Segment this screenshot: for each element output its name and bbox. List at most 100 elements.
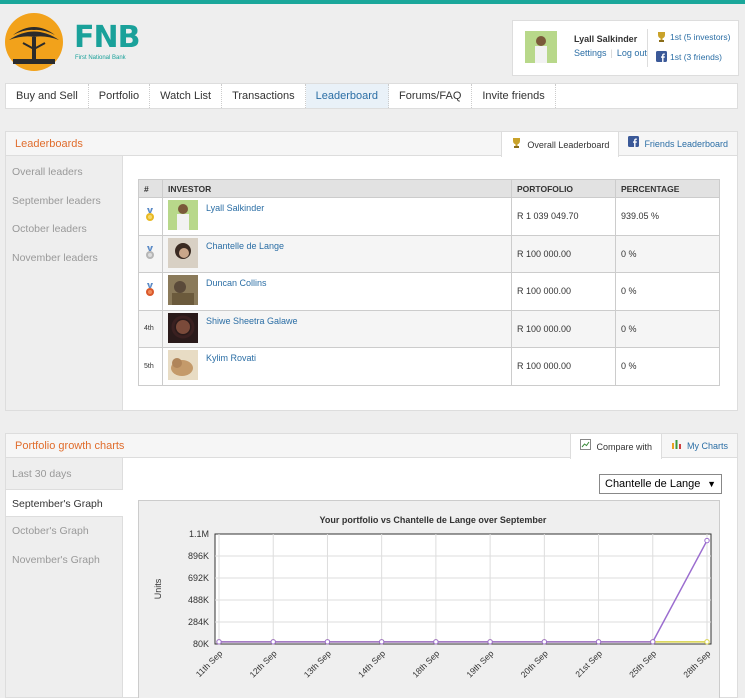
facebook-icon: [628, 132, 640, 156]
tab-overall-label: Overall Leaderboard: [527, 139, 610, 150]
side-november-graph[interactable]: November's Graph: [6, 546, 122, 575]
data-point: [487, 639, 493, 645]
portfolio-cell: R 100 000.00: [511, 272, 616, 311]
x-tick-label: 18th Sep: [410, 648, 441, 679]
main-nav: Buy and Sell Portfolio Watch List Transa…: [5, 83, 738, 109]
side-last-30-days[interactable]: Last 30 days: [6, 460, 122, 489]
portfolio-cell: R 1 039 049.70: [511, 197, 616, 236]
growth-chart: Your portfolio vs Chantelle de Lange ove…: [138, 500, 720, 698]
brand-name: FNB: [74, 20, 140, 55]
tab-my-charts[interactable]: My Charts: [662, 434, 737, 458]
leaderboards-title: Leaderboards: [15, 138, 83, 150]
investor-photo[interactable]: [168, 275, 198, 306]
gold-medal-icon: [144, 208, 156, 224]
chart-svg: Your portfolio vs Chantelle de Lange ove…: [153, 515, 713, 679]
logout-link[interactable]: Log out: [617, 48, 647, 58]
tab-compare-label: Compare with: [596, 441, 652, 452]
tab-overall-leaderboard[interactable]: Overall Leaderboard: [501, 132, 620, 157]
bar-chart-icon: [671, 434, 682, 458]
investor-name-link[interactable]: Duncan Collins: [206, 278, 267, 288]
x-tick-label: 21st Sep: [573, 648, 604, 679]
nav-forums-faq[interactable]: Forums/FAQ: [389, 84, 473, 108]
data-point: [595, 639, 602, 645]
table-row: Lyall Salkinder R 1 039 049.70 939.05 %: [138, 197, 720, 236]
investor-name-link[interactable]: Lyall Salkinder: [206, 203, 264, 213]
y-axis-label: Units: [153, 578, 163, 599]
leaderboard-sidebar: Overall leaders September leaders Octobe…: [6, 156, 123, 410]
nav-transactions[interactable]: Transactions: [222, 84, 306, 108]
y-tick-label: 488K: [188, 595, 209, 605]
investor-name-link[interactable]: Kylim Rovati: [206, 353, 256, 363]
settings-link[interactable]: Settings: [574, 48, 607, 58]
col-investor: INVESTOR: [162, 179, 512, 198]
side-september-graph[interactable]: September's Graph: [6, 488, 123, 517]
trophy-icon: [511, 133, 522, 157]
rank-cell: 5th: [138, 347, 163, 386]
data-point: [433, 639, 439, 645]
percentage-cell: 0 %: [615, 234, 720, 273]
investor-name-link[interactable]: Shiwe Sheetra Galawe: [206, 316, 298, 326]
data-point: [541, 639, 548, 645]
side-september-leaders[interactable]: September leaders: [6, 187, 122, 216]
chart-title: Your portfolio vs Chantelle de Lange ove…: [320, 515, 547, 525]
side-october-leaders[interactable]: October leaders: [6, 215, 122, 244]
nav-portfolio[interactable]: Portfolio: [89, 84, 151, 108]
percentage-cell: 0 %: [615, 272, 720, 311]
rank-friends-link[interactable]: 1st (3 friends): [670, 52, 722, 62]
tab-friends-label: Friends Leaderboard: [644, 139, 728, 149]
y-tick-label: 896K: [188, 551, 209, 561]
investor-photo[interactable]: [168, 237, 198, 268]
side-november-leaders[interactable]: November leaders: [6, 244, 122, 273]
nav-invite-friends[interactable]: Invite friends: [472, 84, 556, 108]
y-tick-label: 80K: [193, 639, 209, 649]
portfolio-cell: R 100 000.00: [511, 309, 616, 348]
rank-cell: [138, 272, 163, 311]
investor-photo[interactable]: [168, 200, 198, 231]
top-accent-bar: [0, 0, 745, 4]
investor-photo[interactable]: [168, 312, 198, 343]
trophy-icon: [656, 31, 667, 44]
table-row: Duncan Collins R 100 000.00 0 %: [138, 272, 720, 311]
percentage-cell: 939.05 %: [615, 197, 720, 236]
user-avatar[interactable]: [525, 31, 557, 63]
chevron-down-icon: ▼: [707, 479, 716, 489]
investor-photo[interactable]: [168, 350, 198, 381]
table-row: Chantelle de Lange R 100 000.00 0 %: [138, 234, 720, 273]
user-box: Lyall Salkinder Settings | Log out 1st (5 …: [512, 20, 739, 76]
leaderboards-panel: Leaderboards Overall Leaderboard Friends…: [5, 131, 738, 411]
y-tick-label: 1.1M: [189, 529, 209, 539]
x-tick-label: 20th Sep: [519, 648, 550, 679]
portfolio-cell: R 100 000.00: [511, 234, 616, 273]
nav-buy-and-sell[interactable]: Buy and Sell: [6, 84, 89, 108]
side-october-graph[interactable]: October's Graph: [6, 517, 122, 546]
table-row: 4th Shiwe Sheetra Galawe R 100 000.00 0 …: [138, 309, 720, 348]
brand-subtitle: First National Bank: [75, 55, 126, 61]
tab-my-charts-label: My Charts: [686, 441, 728, 451]
plot-area: [214, 533, 712, 645]
leaderboard-table: # INVESTOR PORTOFOLIO PERCENTAGE Lyall S…: [138, 179, 720, 386]
side-overall-leaders[interactable]: Overall leaders: [6, 158, 122, 187]
nav-watch-list[interactable]: Watch List: [150, 84, 223, 108]
percentage-cell: 0 %: [615, 309, 720, 348]
x-tick-label: 11th Sep: [194, 648, 225, 679]
tab-compare-with[interactable]: Compare with: [570, 434, 662, 459]
x-tick-label: 19th Sep: [464, 648, 495, 679]
x-tick-label: 13th Sep: [302, 648, 333, 679]
col-percentage: PERCENTAGE: [615, 179, 720, 198]
compare-select[interactable]: Chantelle de Lange ▼: [599, 474, 722, 494]
growth-charts-panel: Portfolio growth charts Compare with My …: [5, 433, 738, 698]
table-row: 5th Kylim Rovati R 100 000.00 0 %: [138, 347, 720, 386]
x-tick-label: 28th Sep: [681, 648, 712, 679]
user-name: Lyall Salkinder: [574, 34, 638, 44]
rank-cell: 4th: [138, 309, 163, 348]
growth-sidebar: Last 30 days September's Graph October's…: [6, 458, 123, 697]
data-point: [270, 639, 276, 645]
rank-investors-link[interactable]: 1st (5 investors): [670, 32, 730, 42]
data-point: [704, 537, 710, 544]
nav-leaderboard[interactable]: Leaderboard: [305, 84, 390, 108]
data-point: [324, 639, 331, 645]
investor-name-link[interactable]: Chantelle de Lange: [206, 241, 284, 251]
tab-friends-leaderboard[interactable]: Friends Leaderboard: [619, 132, 737, 156]
growth-charts-title: Portfolio growth charts: [15, 440, 125, 452]
rank-cell: [138, 197, 163, 236]
